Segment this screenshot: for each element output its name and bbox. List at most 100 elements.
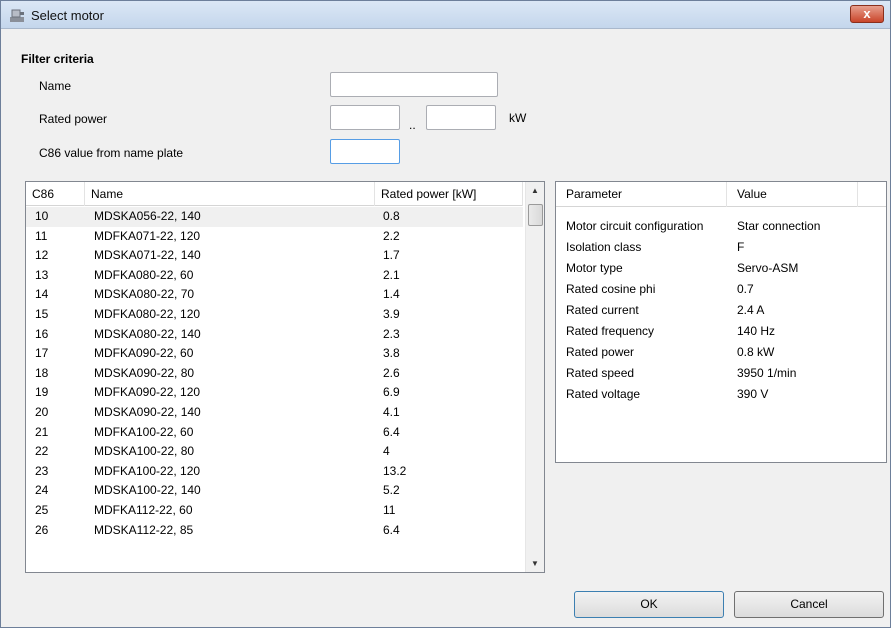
parameter-name: Motor type (566, 261, 623, 275)
cell-name: MDFKA100-22, 120 (94, 463, 201, 478)
filter-criteria-heading: Filter criteria (21, 52, 94, 66)
parameter-value: 390 V (737, 387, 769, 401)
column-header-c86[interactable]: C86 (26, 182, 85, 206)
select-motor-dialog: Select motor x Filter criteria Name Rate… (0, 0, 891, 628)
table-row[interactable]: 12 MDSKA071-22, 140 1.7 (26, 246, 523, 266)
cell-c86: 19 (35, 385, 49, 400)
cell-c86: 25 (35, 502, 49, 517)
table-row[interactable]: 25 MDFKA112-22, 60 11 (26, 501, 523, 521)
parameter-value: 0.7 (737, 282, 754, 296)
motor-icon (10, 9, 24, 22)
ok-button[interactable]: OK (574, 591, 724, 618)
cancel-button[interactable]: Cancel (734, 591, 884, 618)
close-icon: x (863, 6, 871, 21)
column-header-parameter[interactable]: Parameter (556, 182, 727, 207)
list-item: Motor circuit configuration Star connecti… (556, 216, 886, 237)
list-item: Rated frequency 140 Hz (556, 321, 886, 342)
cell-name: MDSKA080-22, 70 (94, 287, 195, 302)
parameter-value: 2.4 A (737, 303, 765, 317)
table-row[interactable]: 16 MDSKA080-22, 140 2.3 (26, 325, 523, 345)
table-row[interactable]: 23 MDFKA100-22, 120 13.2 (26, 462, 523, 482)
cell-rated-power: 3.9 (383, 306, 400, 321)
parameter-value: 0.8 kW (737, 345, 775, 359)
cell-name: MDFKA080-22, 60 (94, 267, 194, 282)
cell-rated-power: 1.4 (383, 287, 400, 302)
cell-c86: 21 (35, 424, 49, 439)
rated-power-min-input[interactable] (330, 105, 400, 130)
close-button[interactable]: x (850, 5, 884, 23)
cell-rated-power: 1.7 (383, 248, 400, 263)
parameter-name: Isolation class (566, 240, 642, 254)
rated-power-max-input[interactable] (426, 105, 496, 130)
cell-rated-power: 2.6 (383, 365, 400, 380)
table-row[interactable]: 15 MDFKA080-22, 120 3.9 (26, 305, 523, 325)
cell-c86: 13 (35, 267, 49, 282)
table-row[interactable]: 10 MDSKA056-22, 140 0.8 (26, 207, 523, 227)
column-header-value[interactable]: Value (727, 182, 858, 207)
list-item: Rated voltage 390 V (556, 384, 886, 405)
cell-name: MDSKA112-22, 85 (94, 522, 194, 537)
cell-name: MDFKA090-22, 120 (94, 385, 201, 400)
motor-list-scrollbar[interactable]: ▲ ▼ (525, 182, 544, 572)
cell-name: MDSKA100-22, 140 (94, 483, 201, 498)
table-row[interactable]: 24 MDSKA100-22, 140 5.2 (26, 481, 523, 501)
parameter-name: Rated power (566, 345, 635, 359)
cell-c86: 20 (35, 404, 49, 419)
down-arrow-icon[interactable]: ▼ (526, 555, 544, 572)
parameter-panel: Parameter Value Motor circuit configurat… (555, 181, 887, 463)
name-filter-input[interactable] (330, 72, 498, 97)
c86-filter-input[interactable] (330, 139, 400, 164)
cell-c86: 17 (35, 346, 49, 361)
range-separator: .. (409, 118, 416, 132)
column-header-name[interactable]: Name (85, 182, 375, 206)
table-row[interactable]: 17 MDFKA090-22, 60 3.8 (26, 344, 523, 364)
parameter-name: Motor circuit configuration (566, 219, 704, 233)
cell-c86: 11 (35, 228, 48, 243)
table-row[interactable]: 18 MDSKA090-22, 80 2.6 (26, 364, 523, 384)
table-row[interactable]: 22 MDSKA100-22, 80 4 (26, 442, 523, 462)
list-item: Rated power 0.8 kW (556, 342, 886, 363)
cell-c86: 18 (35, 365, 49, 380)
cell-c86: 24 (35, 483, 49, 498)
cell-name: MDSKA100-22, 80 (94, 444, 195, 459)
column-header-rated-power[interactable]: Rated power [kW] (375, 182, 523, 206)
cell-rated-power: 2.3 (383, 326, 400, 341)
cell-rated-power: 13.2 (383, 463, 407, 478)
cell-rated-power: 6.9 (383, 385, 400, 400)
list-item: Rated speed 3950 1/min (556, 363, 886, 384)
list-item: Motor type Servo-ASM (556, 258, 886, 279)
parameter-name: Rated speed (566, 366, 635, 380)
parameter-value: 3950 1/min (737, 366, 797, 380)
cell-rated-power: 4 (383, 444, 390, 459)
cell-c86: 26 (35, 522, 49, 537)
cell-rated-power: 0.8 (383, 209, 400, 223)
table-row[interactable]: 19 MDFKA090-22, 120 6.9 (26, 383, 523, 403)
c86-label: C86 value from name plate (39, 146, 184, 160)
rated-power-label: Rated power (39, 112, 108, 126)
table-row[interactable]: 20 MDSKA090-22, 140 4.1 (26, 403, 523, 423)
cell-rated-power: 3.8 (383, 346, 400, 361)
parameter-rows: Motor circuit configuration Star connecti… (556, 216, 886, 405)
cell-rated-power: 11 (383, 502, 396, 517)
table-row[interactable]: 11 MDFKA071-22, 120 2.2 (26, 227, 523, 247)
cell-name: MDFKA071-22, 120 (94, 228, 201, 243)
cell-rated-power: 6.4 (383, 522, 400, 537)
cell-c86: 22 (35, 444, 49, 459)
table-row[interactable]: 26 MDSKA112-22, 85 6.4 (26, 521, 523, 541)
table-row[interactable]: 13 MDFKA080-22, 60 2.1 (26, 266, 523, 286)
scroll-thumb[interactable] (528, 204, 543, 226)
parameter-value: F (737, 240, 745, 254)
cell-c86: 15 (35, 306, 49, 321)
up-arrow-icon[interactable]: ▲ (526, 182, 544, 199)
parameter-name: Rated cosine phi (566, 282, 656, 296)
parameter-name: Rated voltage (566, 387, 641, 401)
cell-c86: 23 (35, 463, 49, 478)
title-bar: Select motor x (1, 1, 890, 29)
cell-name: MDSKA090-22, 80 (94, 365, 195, 380)
table-row[interactable]: 21 MDFKA100-22, 60 6.4 (26, 423, 523, 443)
list-item: Rated current 2.4 A (556, 300, 886, 321)
parameter-name: Rated frequency (566, 324, 655, 338)
table-row[interactable]: 14 MDSKA080-22, 70 1.4 (26, 285, 523, 305)
cell-c86: 16 (35, 326, 49, 341)
motor-list[interactable]: C86 Name Rated power [kW] 10 MDSKA056-22,… (25, 181, 545, 573)
